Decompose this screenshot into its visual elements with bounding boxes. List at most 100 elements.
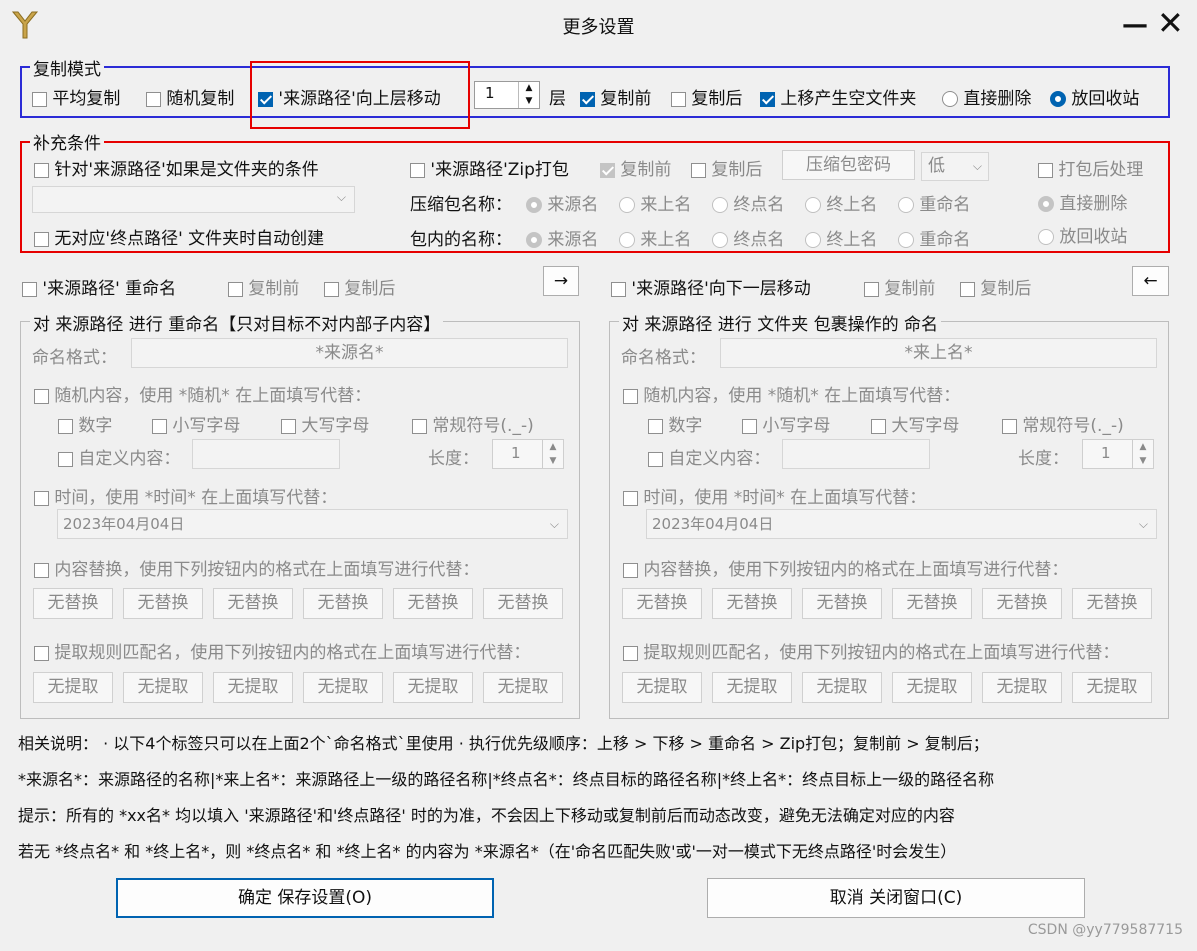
- zip-name-opt-4[interactable]: 重命名: [898, 190, 970, 215]
- left-date-picker[interactable]: 2023年04月04日 ⌵: [57, 509, 568, 539]
- right-extract-button[interactable]: 无提取: [802, 672, 882, 703]
- before-copy-option[interactable]: 复制前: [580, 84, 651, 109]
- right-upper-option[interactable]: 大写字母: [871, 411, 959, 436]
- right-date-picker[interactable]: 2023年04月04日 ⌵: [646, 509, 1157, 539]
- right-after-checkbox[interactable]: [960, 281, 975, 297]
- right-replace-button[interactable]: 无替换: [892, 588, 972, 619]
- after-copy-checkbox[interactable]: [671, 91, 686, 107]
- arrow-right-button[interactable]: →: [543, 266, 579, 296]
- auto-create-option[interactable]: 无对应'终点路径' 文件夹时自动创建: [34, 224, 324, 249]
- post-process-checkbox[interactable]: [1038, 162, 1053, 178]
- folder-cond-select[interactable]: ⌵: [32, 186, 355, 213]
- inner-name-opt-1[interactable]: 来上名: [619, 225, 691, 250]
- zip-name-opt-2[interactable]: 终点名: [712, 190, 784, 215]
- zip-name-radio[interactable]: [712, 197, 728, 213]
- close-button[interactable]: ✕: [1157, 4, 1184, 42]
- inner-name-radio[interactable]: [712, 232, 728, 248]
- left-lower-option[interactable]: 小写字母: [152, 411, 240, 436]
- left-extract-button[interactable]: 无提取: [483, 672, 563, 703]
- empty-folder-option[interactable]: 上移产生空文件夹: [760, 84, 916, 109]
- inner-name-opt-0[interactable]: 来源名: [526, 225, 598, 250]
- right-time-checkbox[interactable]: [623, 490, 638, 506]
- zip-option[interactable]: '来源路径'Zip打包: [410, 155, 569, 180]
- inner-name-radio[interactable]: [526, 232, 542, 248]
- arrow-left-button[interactable]: ←: [1132, 266, 1169, 296]
- zip-before-checkbox[interactable]: [600, 162, 615, 178]
- left-replace-option[interactable]: 内容替换，使用下列按钮内的格式在上面填写进行代替：: [34, 555, 479, 580]
- right-replace-button[interactable]: 无替换: [622, 588, 702, 619]
- right-replace-option[interactable]: 内容替换，使用下列按钮内的格式在上面填写进行代替：: [623, 555, 1068, 580]
- right-after-option[interactable]: 复制后: [960, 274, 1031, 299]
- right-custom-option[interactable]: 自定义内容：: [648, 444, 770, 469]
- left-length-spinner[interactable]: 1 ▲ ▼: [492, 439, 564, 469]
- right-digits-checkbox[interactable]: [648, 418, 663, 434]
- left-extract-checkbox[interactable]: [34, 645, 49, 661]
- zip-password-button[interactable]: 压缩包密码: [782, 150, 915, 180]
- right-move-down-option[interactable]: '来源路径'向下一层移动: [611, 274, 811, 299]
- right-symbols-checkbox[interactable]: [1002, 418, 1017, 434]
- left-replace-button[interactable]: 无替换: [483, 588, 563, 619]
- left-after-checkbox[interactable]: [324, 281, 339, 297]
- inner-name-radio[interactable]: [805, 232, 821, 248]
- right-lower-option[interactable]: 小写字母: [742, 411, 830, 436]
- right-replace-button[interactable]: 无替换: [712, 588, 792, 619]
- post-recycle-option[interactable]: 放回收站: [1038, 222, 1127, 247]
- zip-name-radio[interactable]: [805, 197, 821, 213]
- left-replace-button[interactable]: 无替换: [213, 588, 293, 619]
- zip-name-radio[interactable]: [526, 197, 542, 213]
- left-replace-checkbox[interactable]: [34, 562, 49, 578]
- left-replace-button[interactable]: 无替换: [123, 588, 203, 619]
- left-replace-button[interactable]: 无替换: [33, 588, 113, 619]
- inner-name-radio[interactable]: [619, 232, 635, 248]
- right-extract-button[interactable]: 无提取: [712, 672, 792, 703]
- right-format-input[interactable]: *来上名*: [720, 338, 1157, 368]
- right-custom-input[interactable]: [782, 439, 930, 469]
- left-digits-checkbox[interactable]: [58, 418, 73, 434]
- zip-name-opt-3[interactable]: 终上名: [805, 190, 877, 215]
- recycle-radio[interactable]: [1050, 91, 1066, 107]
- left-rename-option[interactable]: '来源路径' 重命名: [22, 274, 176, 299]
- right-extract-checkbox[interactable]: [623, 645, 638, 661]
- left-extract-button[interactable]: 无提取: [393, 672, 473, 703]
- inner-name-radio[interactable]: [898, 232, 914, 248]
- right-digits-option[interactable]: 数字: [648, 411, 702, 436]
- zip-level-select[interactable]: 低 ⌵: [921, 152, 989, 181]
- right-extract-button[interactable]: 无提取: [892, 672, 972, 703]
- inner-name-opt-3[interactable]: 终上名: [805, 225, 877, 250]
- zip-name-opt-1[interactable]: 来上名: [619, 190, 691, 215]
- right-symbols-option[interactable]: 常规符号(._-): [1002, 411, 1124, 436]
- left-time-checkbox[interactable]: [34, 490, 49, 506]
- zip-name-opt-0[interactable]: 来源名: [526, 190, 598, 215]
- post-process-option[interactable]: 打包后处理: [1038, 155, 1143, 180]
- left-replace-button[interactable]: 无替换: [393, 588, 473, 619]
- left-extract-button[interactable]: 无提取: [33, 672, 113, 703]
- zip-after-option[interactable]: 复制后: [691, 155, 762, 180]
- before-copy-checkbox[interactable]: [580, 91, 595, 107]
- folder-cond-checkbox[interactable]: [34, 162, 49, 178]
- after-copy-option[interactable]: 复制后: [671, 84, 742, 109]
- right-custom-checkbox[interactable]: [648, 451, 663, 467]
- spinner-arrows-icon[interactable]: ▲ ▼: [542, 440, 563, 468]
- cancel-button[interactable]: 取消 关闭窗口(C): [707, 878, 1085, 918]
- right-replace-button[interactable]: 无替换: [982, 588, 1062, 619]
- left-format-input[interactable]: *来源名*: [131, 338, 568, 368]
- spinner-arrows-icon[interactable]: ▲ ▼: [518, 82, 539, 108]
- left-lower-checkbox[interactable]: [152, 418, 167, 434]
- random-copy-checkbox[interactable]: [146, 91, 161, 107]
- left-extract-button[interactable]: 无提取: [303, 672, 383, 703]
- delete-direct-option[interactable]: 直接删除: [942, 84, 1031, 109]
- spinner-arrows-icon[interactable]: ▲ ▼: [1132, 440, 1153, 468]
- left-digits-option[interactable]: 数字: [58, 411, 112, 436]
- left-upper-option[interactable]: 大写字母: [281, 411, 369, 436]
- right-replace-button[interactable]: 无替换: [802, 588, 882, 619]
- left-custom-checkbox[interactable]: [58, 451, 73, 467]
- left-before-option[interactable]: 复制前: [228, 274, 299, 299]
- left-random-checkbox[interactable]: [34, 388, 49, 404]
- left-symbols-checkbox[interactable]: [412, 418, 427, 434]
- zip-before-option[interactable]: 复制前: [600, 155, 671, 180]
- post-delete-radio[interactable]: [1038, 196, 1054, 212]
- right-extract-option[interactable]: 提取规则匹配名，使用下列按钮内的格式在上面填写进行代替：: [623, 638, 1119, 663]
- right-extract-button[interactable]: 无提取: [1072, 672, 1152, 703]
- left-symbols-option[interactable]: 常规符号(._-): [412, 411, 534, 436]
- left-extract-button[interactable]: 无提取: [213, 672, 293, 703]
